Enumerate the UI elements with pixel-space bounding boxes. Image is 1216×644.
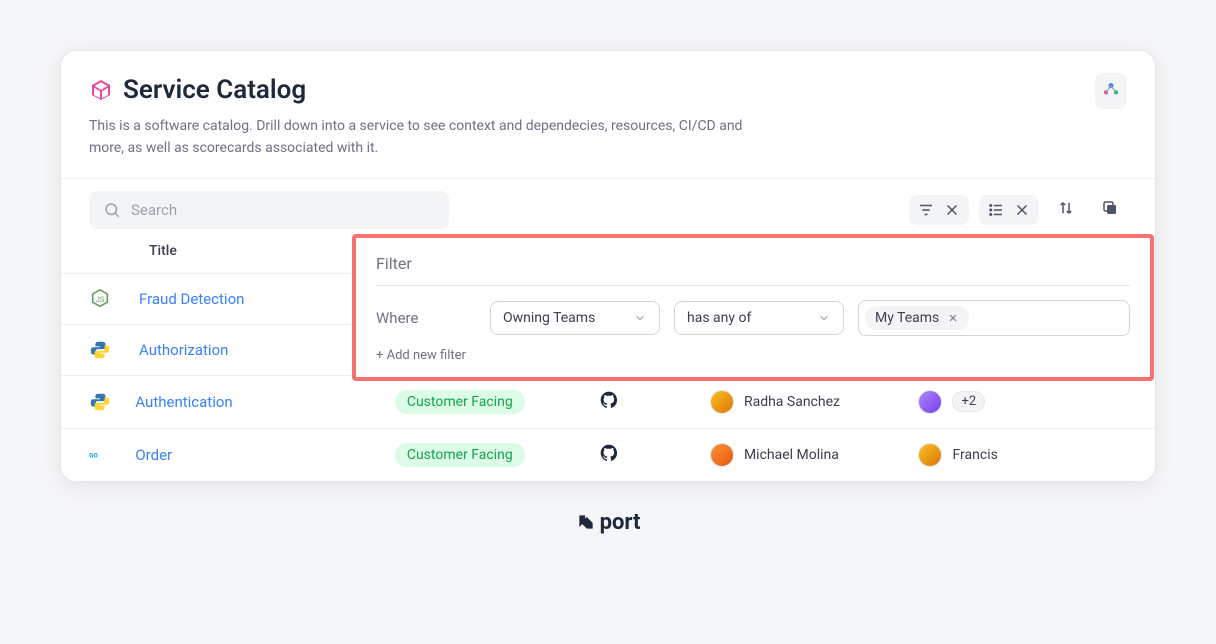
svg-text:GO: GO: [89, 451, 98, 459]
copy-button[interactable]: [1093, 193, 1127, 227]
avatar: [918, 443, 942, 467]
github-icon[interactable]: [599, 390, 619, 410]
go-icon: GO: [89, 444, 111, 466]
field-value: Owning Teams: [503, 310, 595, 326]
nodejs-icon: JS: [89, 288, 111, 310]
card-header: Service Catalog This is a software catal…: [61, 51, 1155, 179]
search-box[interactable]: [89, 191, 449, 229]
search-icon: [103, 201, 121, 219]
avatar: [710, 443, 734, 467]
facing-badge: Customer Facing: [395, 390, 525, 414]
python-icon: [89, 391, 111, 413]
list-toggle-group: [979, 195, 1039, 225]
avatar: [918, 390, 942, 414]
footer-logo: port: [60, 510, 1156, 535]
facing-badge: Customer Facing: [395, 443, 525, 467]
service-link[interactable]: Fraud Detection: [139, 290, 244, 308]
toolbar: [61, 179, 1155, 229]
field-dropdown[interactable]: Owning Teams: [490, 301, 660, 335]
copy-icon: [1101, 199, 1119, 217]
page-subtitle: This is a software catalog. Drill down i…: [89, 115, 769, 160]
filter-panel: Filter Where Owning Teams has any of My …: [352, 234, 1154, 381]
graph-icon: [1101, 79, 1121, 99]
owner-name: Radha Sanchez: [744, 394, 840, 410]
operator-value: has any of: [687, 310, 751, 326]
brand-text: port: [600, 510, 641, 535]
service-link[interactable]: Order: [135, 446, 172, 464]
python-icon: [89, 339, 111, 361]
filter-heading: Filter: [376, 254, 1130, 286]
remove-tag-icon[interactable]: [947, 312, 959, 324]
column-title: Title: [89, 243, 177, 259]
service-link[interactable]: Authorization: [139, 341, 228, 359]
operator-dropdown[interactable]: has any of: [674, 301, 844, 335]
page-title: Service Catalog: [123, 75, 306, 105]
filter-toggle-group: [909, 195, 969, 225]
add-filter-button[interactable]: + Add new filter: [376, 348, 1130, 363]
filter-tag: My Teams: [865, 306, 969, 330]
value-input[interactable]: My Teams: [858, 300, 1130, 336]
chevron-down-icon: [817, 311, 831, 325]
close-icon[interactable]: [943, 201, 961, 219]
tag-label: My Teams: [875, 310, 939, 326]
overflow-count[interactable]: +2: [952, 391, 985, 412]
list-icon[interactable]: [987, 201, 1005, 219]
chevron-down-icon: [633, 311, 647, 325]
owner-name: Michael Molina: [744, 447, 839, 463]
search-input[interactable]: [131, 201, 435, 219]
graph-view-button[interactable]: [1095, 73, 1127, 109]
table-row[interactable]: GO Order Customer Facing Michael Molina …: [61, 429, 1155, 481]
owner-name: Francis: [952, 447, 997, 463]
sort-icon: [1057, 199, 1075, 217]
avatar: [710, 390, 734, 414]
svg-text:JS: JS: [96, 295, 105, 304]
where-label: Where: [376, 309, 476, 327]
sort-button[interactable]: [1049, 193, 1083, 227]
filter-icon[interactable]: [917, 201, 935, 219]
port-logo-mark: [576, 512, 596, 532]
cube-icon: [89, 78, 113, 102]
github-icon[interactable]: [599, 443, 619, 463]
close-icon[interactable]: [1013, 201, 1031, 219]
service-link[interactable]: Authentication: [135, 393, 232, 411]
table-row[interactable]: Authentication Customer Facing Radha San…: [61, 376, 1155, 429]
